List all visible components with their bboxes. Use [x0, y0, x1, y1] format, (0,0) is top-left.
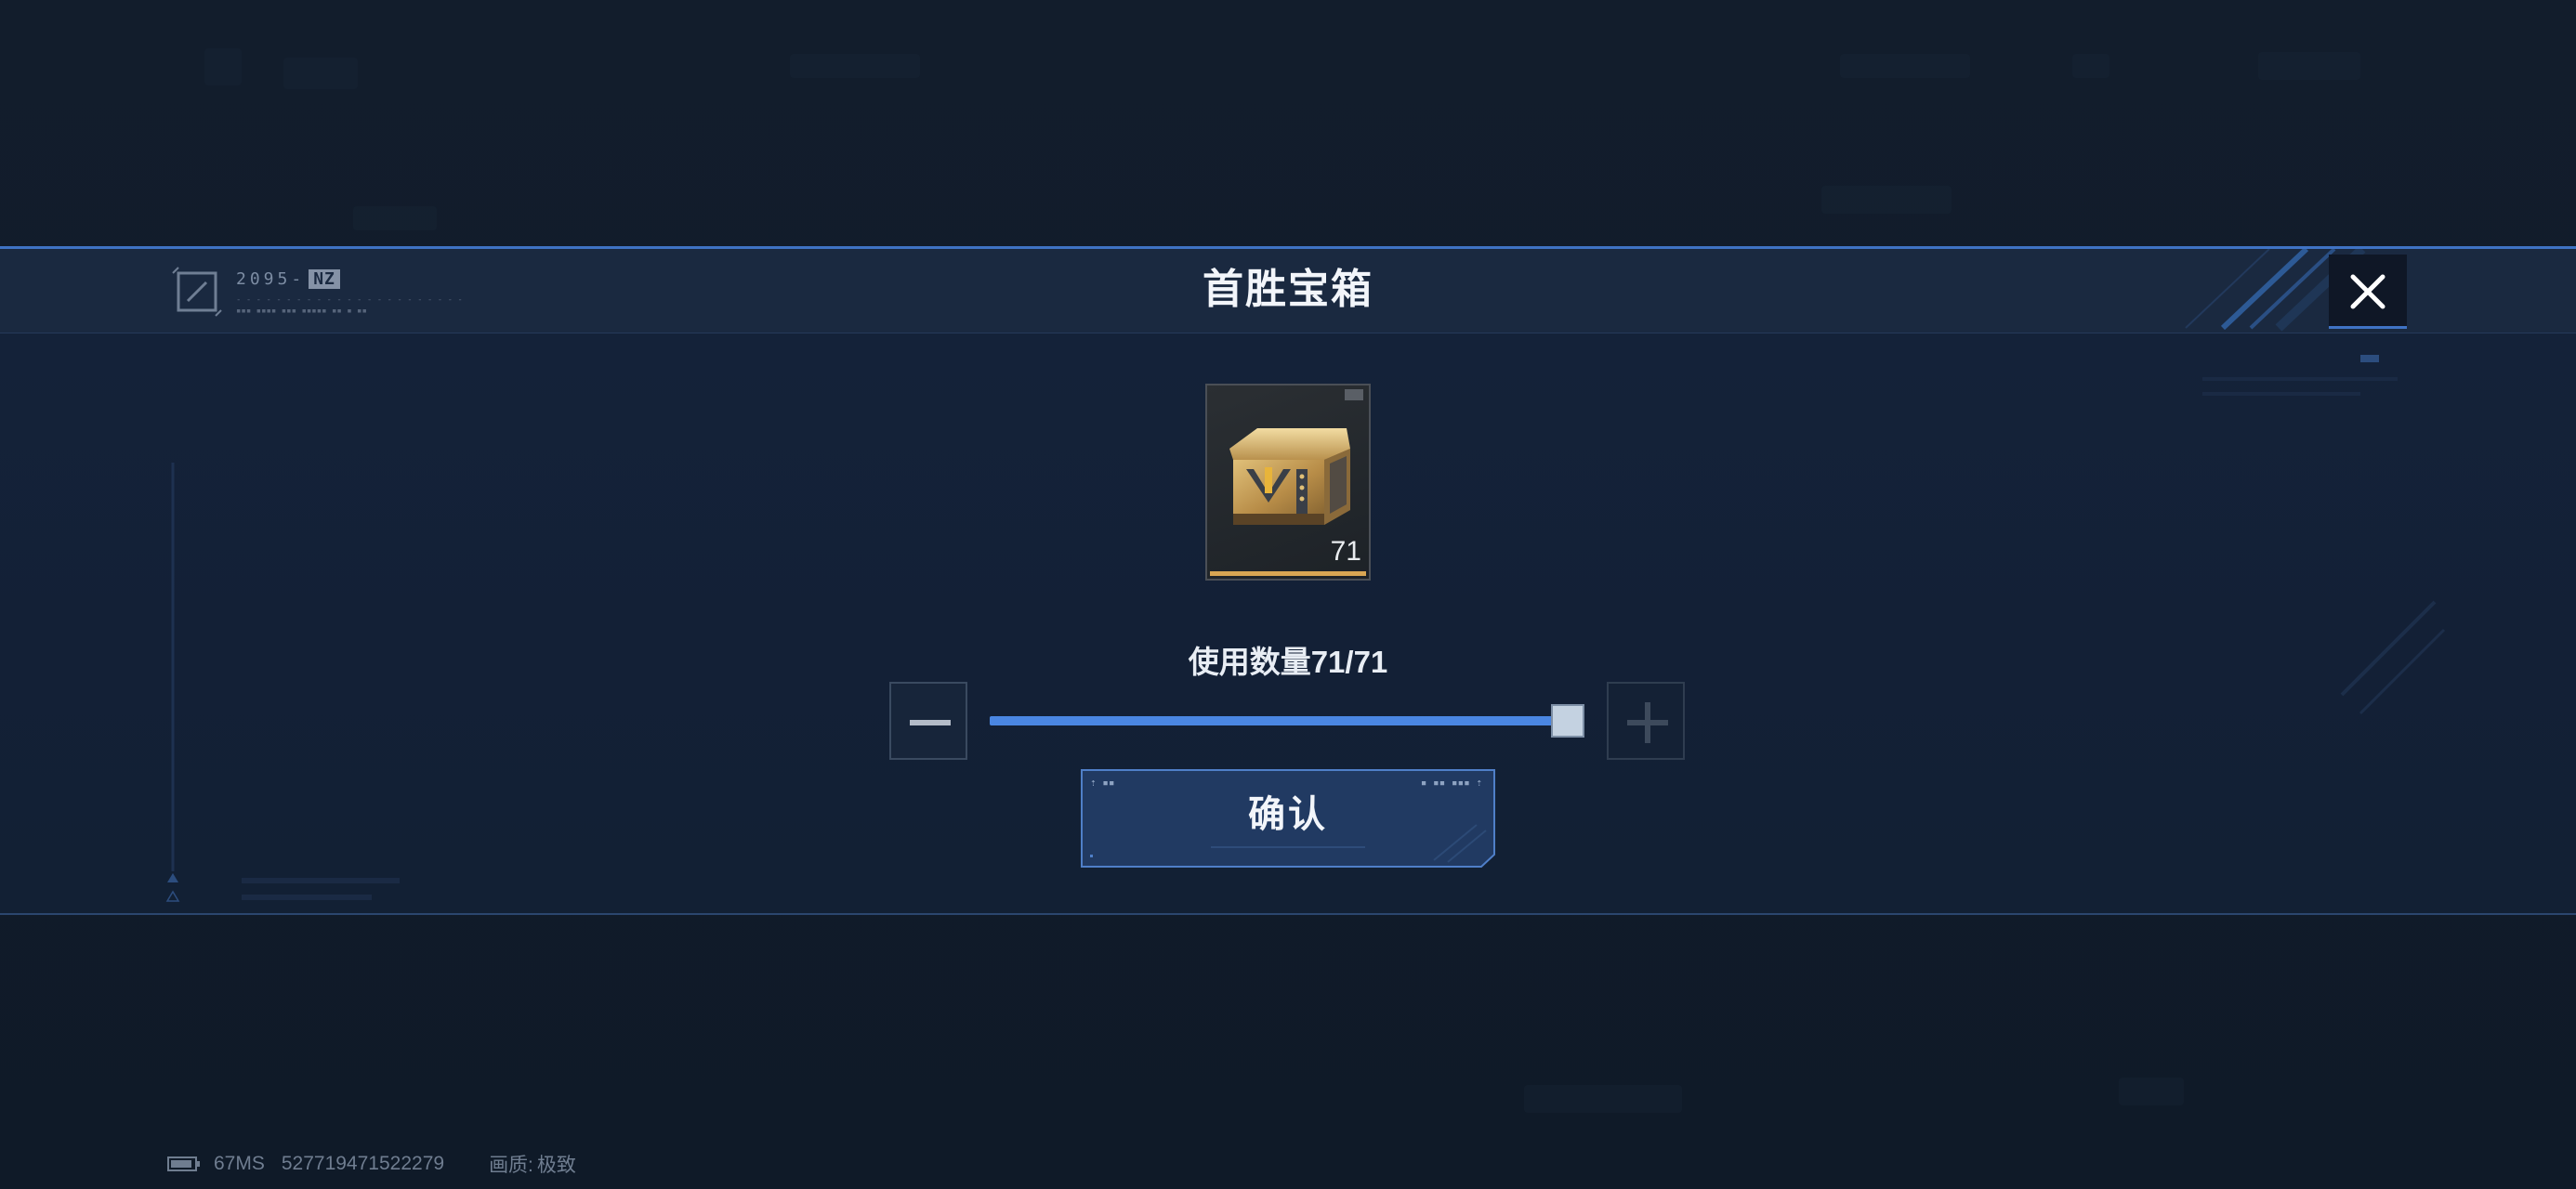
background-banner: [353, 206, 437, 230]
dialog-header: 2095- NZ - - - - - - - - - - - - - - - - …: [0, 249, 2576, 333]
status-bar: 67MS 527719471522279 画质: 极致: [167, 1151, 576, 1177]
background-currency: [1840, 54, 1970, 78]
quantity-slider-handle[interactable]: [1551, 704, 1584, 738]
quantity-slider-fill: [990, 716, 1568, 725]
background-title: [283, 58, 358, 89]
minus-icon: [910, 720, 951, 725]
background-tab: [790, 54, 920, 78]
decrease-quantity-button[interactable]: [889, 682, 967, 760]
confirm-button[interactable]: ⇡ ▪▪ ▪ ▪▪ ▪▪▪ ⇡ 确认: [1081, 769, 1495, 868]
confirm-deco-text: ⇡ ▪▪: [1090, 777, 1115, 789]
latency-text: 67MS: [214, 1153, 265, 1174]
background-footer: [1524, 1085, 1682, 1113]
battery-icon: [167, 1156, 200, 1171]
close-button[interactable]: [2329, 255, 2407, 329]
quality-label: 画质:: [489, 1155, 533, 1176]
item-card: 71: [1205, 384, 1371, 581]
background-currency: [2258, 52, 2360, 80]
background-banner: [1821, 186, 1952, 214]
confirm-deco-text: ▪ ▪▪ ▪▪▪ ⇡: [1420, 777, 1482, 789]
item-rarity-bar: [1210, 571, 1366, 576]
increase-quantity-button[interactable]: [1607, 682, 1685, 760]
item-count: 71: [1330, 536, 1361, 567]
item-card-tag: [1345, 389, 1363, 400]
background-back-arrow: [204, 48, 242, 85]
treasure-chest-icon: [1229, 428, 1350, 525]
screen: 2095- NZ - - - - - - - - - - - - - - - - …: [0, 0, 2576, 1189]
quality-value: 极致: [536, 1155, 576, 1176]
left-deco-lines: [165, 463, 400, 902]
use-quantity-label: 使用数量71/71: [1188, 645, 1388, 679]
background-footer: [2119, 1078, 2184, 1105]
confirm-label: 确认: [1248, 794, 1328, 835]
close-icon: [2350, 274, 2385, 309]
plus-icon: [1627, 702, 1668, 743]
background-currency: [2072, 54, 2109, 78]
quantity-slider-track[interactable]: [990, 716, 1584, 725]
player-id-text: 527719471522279: [281, 1153, 445, 1174]
use-item-dialog: 2095- NZ - - - - - - - - - - - - - - - - …: [0, 246, 2576, 915]
